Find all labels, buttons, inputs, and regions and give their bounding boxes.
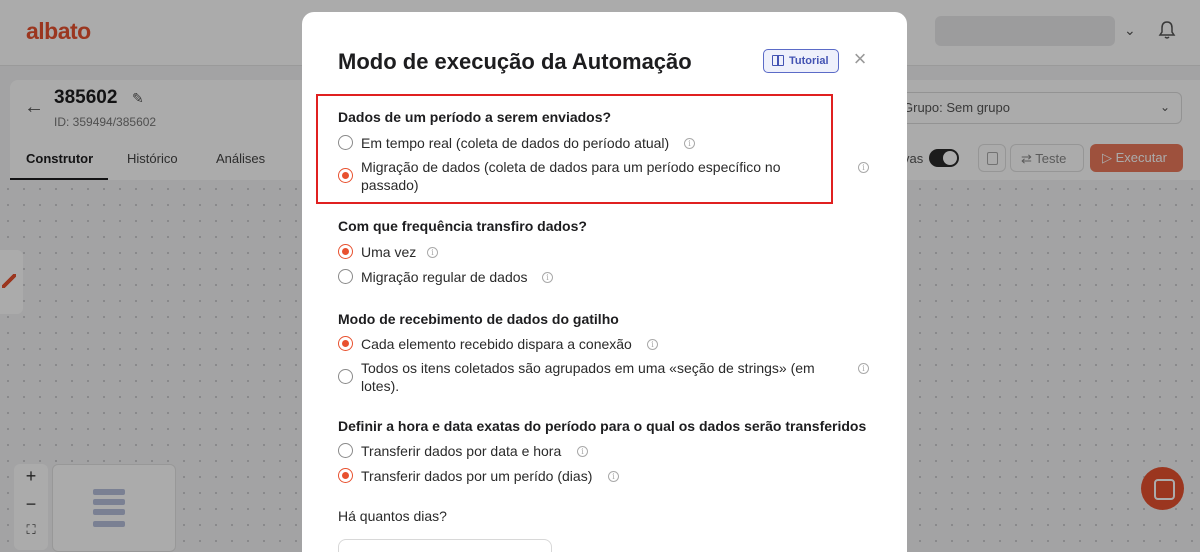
question-trigger-mode: Modo de recebimento de dados do gatilho xyxy=(338,311,619,327)
question-frequency: Com que frequência transfiro dados? xyxy=(338,218,587,234)
execution-mode-modal: Modo de execução da Automação Tutorial ×… xyxy=(302,12,907,552)
radio-option-once[interactable]: Uma vez i xyxy=(338,243,868,261)
radio-button[interactable] xyxy=(338,369,353,384)
info-icon[interactable]: i xyxy=(608,471,619,482)
radio-button-selected[interactable] xyxy=(338,336,353,351)
radio-button[interactable] xyxy=(338,269,353,284)
radio-button-selected[interactable] xyxy=(338,168,353,183)
tutorial-label: Tutorial xyxy=(789,55,829,67)
info-icon[interactable]: i xyxy=(577,446,588,457)
radio-option-each-element[interactable]: Cada elemento recebido dispara a conexão… xyxy=(338,335,868,353)
option-label: Transferir dados por data e hora xyxy=(361,443,562,459)
question-datetime: Definir a hora e data exatas do período … xyxy=(338,418,867,434)
info-icon[interactable]: i xyxy=(427,247,438,258)
radio-option-batch[interactable]: Todos os itens coletados são agrupados e… xyxy=(338,359,869,395)
radio-option-by-period[interactable]: Transferir dados por um perído (dias) i xyxy=(338,467,868,485)
days-label: Há quantos dias? xyxy=(338,508,447,524)
modal-title: Modo de execução da Automação xyxy=(338,49,692,74)
radio-option-realtime[interactable]: Em tempo real (coleta de dados do períod… xyxy=(338,134,868,152)
question-period: Dados de um período a serem enviados? xyxy=(338,109,612,125)
info-icon[interactable]: i xyxy=(684,138,695,149)
radio-button-selected[interactable] xyxy=(338,244,353,259)
option-label: Cada elemento recebido dispara a conexão xyxy=(361,336,632,352)
info-icon[interactable]: i xyxy=(647,339,658,350)
radio-button-selected[interactable] xyxy=(338,468,353,483)
radio-option-by-datetime[interactable]: Transferir dados por data e hora i xyxy=(338,442,868,460)
close-icon[interactable]: × xyxy=(850,48,870,70)
radio-option-migration[interactable]: Migração de dados (coleta de dados para … xyxy=(338,158,869,194)
book-icon xyxy=(772,55,784,66)
option-label: Em tempo real (coleta de dados do períod… xyxy=(361,135,670,151)
option-label: Migração de dados (coleta de dados para … xyxy=(361,159,781,193)
info-icon[interactable]: i xyxy=(858,162,869,173)
option-label: Transferir dados por um perído (dias) xyxy=(361,468,593,484)
radio-option-regular[interactable]: Migração regular de dados i xyxy=(338,268,868,286)
info-icon[interactable]: i xyxy=(542,272,553,283)
option-label: Migração regular de dados xyxy=(361,269,528,285)
option-label: Uma vez xyxy=(361,244,417,260)
radio-button[interactable] xyxy=(338,443,353,458)
tutorial-button[interactable]: Tutorial xyxy=(763,49,839,73)
days-input[interactable] xyxy=(338,539,552,552)
option-label: Todos os itens coletados são agrupados e… xyxy=(361,360,815,394)
info-icon[interactable]: i xyxy=(858,363,869,374)
radio-button[interactable] xyxy=(338,135,353,150)
